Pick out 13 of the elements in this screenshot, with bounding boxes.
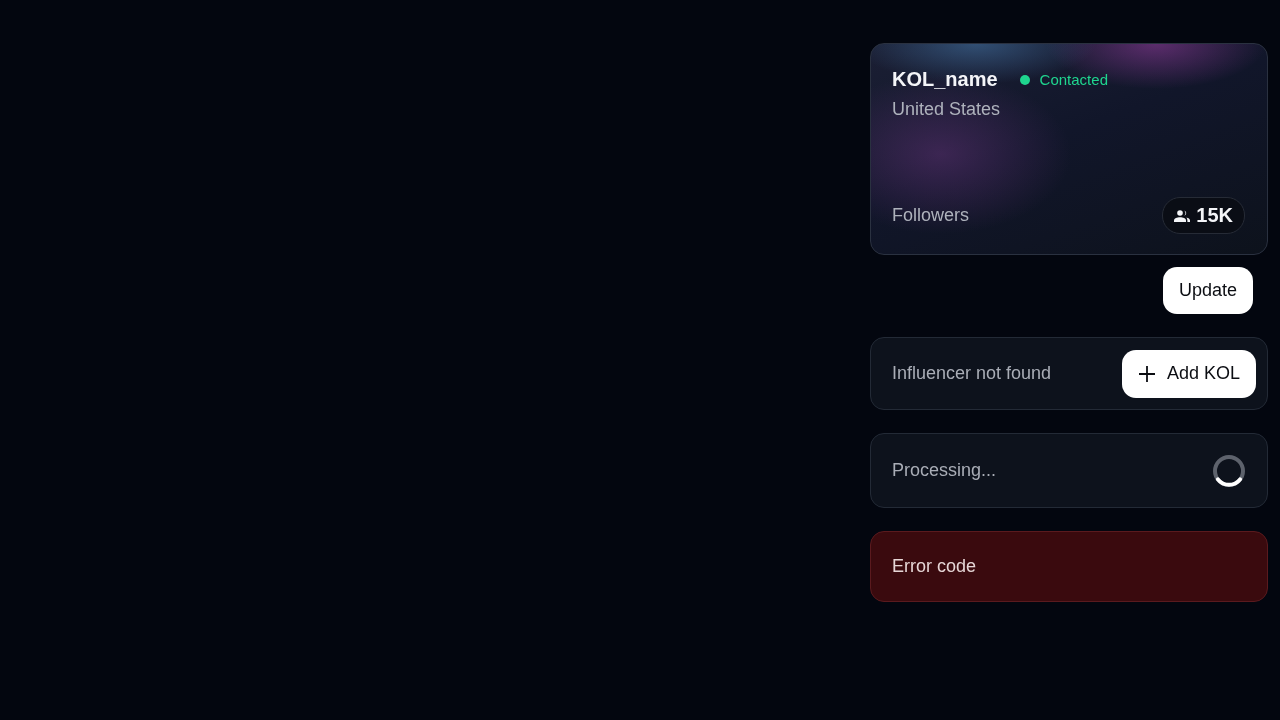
add-kol-button[interactable]: Add KOL (1121, 349, 1256, 398)
followers-label: Followers (892, 205, 970, 226)
status-label: Contacted (1039, 71, 1108, 88)
not-found-message: Influencer not found (892, 363, 1052, 384)
country-text: United States (892, 99, 1001, 120)
processing-text: Processing... (892, 460, 997, 481)
followers-count: 15K (1196, 204, 1233, 227)
people-icon (1174, 209, 1191, 222)
loading-spinner-icon (1212, 453, 1246, 488)
error-message: Error code (892, 556, 977, 577)
plus-icon (1138, 365, 1155, 382)
kol-name: KOL_name (892, 68, 998, 91)
update-button[interactable]: Update (1162, 267, 1253, 314)
